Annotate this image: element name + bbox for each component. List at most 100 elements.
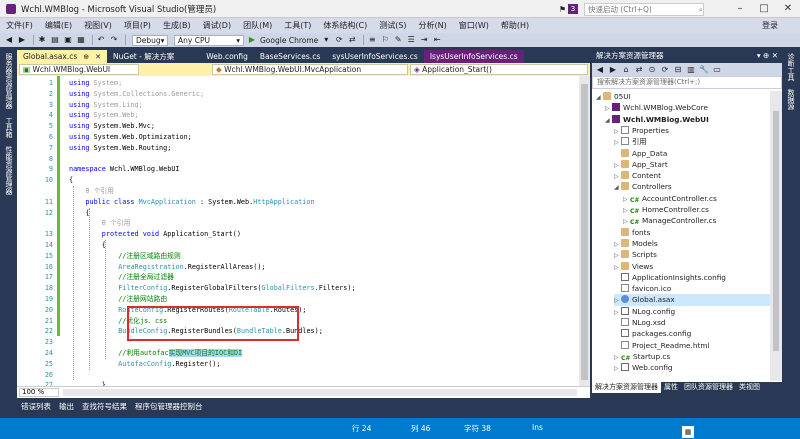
tab-find-symbol-results[interactable]: 查找符号结果 — [78, 401, 131, 412]
tree-item[interactable]: packages.config — [614, 328, 770, 339]
menu-architecture[interactable]: 体系结构(C) — [317, 18, 373, 33]
back-icon[interactable]: ◀ — [4, 35, 14, 45]
new-project-icon[interactable]: ✱ — [37, 35, 47, 45]
tree-item[interactable]: ◢ Wchl.WMBlog.WebUI — [605, 114, 770, 125]
solution-search-input[interactable]: 搜索解决方案资源管理器(Ctrl+;) — [592, 76, 782, 89]
tree-item[interactable]: ▷ C# ManageController.cs — [623, 215, 770, 228]
tree-item[interactable]: ▷ Views — [614, 261, 770, 272]
tab-web-config[interactable]: Web.config — [200, 50, 254, 63]
indent-icon[interactable]: ⇥ — [419, 35, 429, 45]
chevron-down-icon[interactable]: ▾ — [757, 51, 761, 60]
save-all-icon[interactable]: ▦ — [76, 35, 86, 45]
member-dropdown[interactable]: ◈ Application_Start() — [410, 64, 588, 75]
tree-item[interactable]: ▷ Wchl.WMBlog.WebCore — [605, 102, 770, 113]
forward-icon[interactable]: ▶ — [17, 35, 27, 45]
zoom-select[interactable]: 100 % — [19, 388, 59, 397]
tree-item[interactable]: ▷ C# AccountController.cs — [623, 193, 770, 205]
tree-item[interactable]: ▷ NLog.config — [614, 306, 770, 317]
expanded-arrow-icon[interactable]: ◢ — [605, 115, 612, 126]
close-button[interactable]: ✕ — [776, 0, 800, 18]
menu-debug[interactable]: 调试(D) — [197, 18, 237, 33]
notifications-button[interactable]: ⚑ 3 — [559, 4, 578, 14]
pin-icon[interactable]: ⊕ — [83, 53, 89, 61]
open-file-icon[interactable]: ▤ — [50, 35, 60, 45]
tree-item[interactable]: ▷ C# HomeController.cs — [623, 204, 770, 216]
configuration-select[interactable]: Debug ▾ — [132, 34, 168, 46]
play-icon[interactable]: ▶ — [247, 35, 257, 45]
tree-item[interactable]: ▷ App_Start — [614, 159, 770, 170]
pending-changes-icon[interactable]: ⊙ — [647, 65, 657, 75]
collapsed-arrow-icon[interactable]: ▷ — [614, 363, 621, 374]
toolbox-tab[interactable]: 工具箱 — [4, 113, 14, 142]
refresh-icon[interactable]: ⟳ — [660, 65, 670, 75]
tab-global-asax-cs[interactable]: Global.asax.cs ⊕ ✕ — [17, 50, 108, 63]
tree-item[interactable]: App_Data — [614, 148, 770, 159]
tab-output[interactable]: 输出 — [55, 401, 78, 412]
chevron-down-icon[interactable]: ▾ — [321, 35, 331, 45]
undo-icon[interactable]: ↶ — [96, 35, 106, 45]
preview-icon[interactable]: ▭ — [712, 65, 722, 75]
login-link[interactable]: 登录 — [762, 18, 778, 33]
tab-isys-user-info-services[interactable]: IsysUserInfoServices.cs — [423, 50, 524, 63]
tab-properties[interactable]: 属性 — [661, 382, 681, 393]
scroll-thumb[interactable] — [773, 111, 779, 351]
close-icon[interactable]: ✕ — [772, 51, 778, 60]
menu-view[interactable]: 视图(V) — [78, 18, 118, 33]
tree-item[interactable]: Project_Readme.html — [614, 340, 770, 351]
editor-horizontal-scrollbar[interactable] — [63, 389, 577, 396]
tree-item[interactable]: ▷ Global.asax — [614, 294, 770, 306]
tree-item[interactable]: ▷ Web.config — [614, 362, 770, 373]
start-browser-button[interactable]: Google Chrome — [260, 36, 318, 45]
back-icon[interactable]: ◀ — [595, 65, 605, 75]
close-icon[interactable]: ✕ — [95, 53, 101, 61]
platform-select[interactable]: Any CPU ▾ — [174, 34, 244, 46]
tab-nuget[interactable]: NuGet - 解决方案 — [107, 50, 180, 63]
tree-item[interactable]: ◢ 05UI — [596, 91, 770, 102]
menu-help[interactable]: 帮助(H) — [495, 18, 535, 33]
menu-window[interactable]: 窗口(W) — [453, 18, 495, 33]
tree-item[interactable]: ▷ Models — [614, 238, 770, 249]
tree-item[interactable]: ▷ Content — [614, 170, 770, 181]
tree-item[interactable]: favicon.ico — [614, 283, 770, 294]
tab-team-explorer[interactable]: 团队资源管理器 — [681, 382, 736, 393]
tree-item[interactable]: ▷ Scripts — [614, 249, 770, 260]
reference-count[interactable]: 0 个引用 — [102, 218, 131, 229]
performance-explorer-tab[interactable]: 性能资源管理器 — [4, 142, 14, 199]
tab-error-list[interactable]: 错误列表 — [17, 401, 55, 412]
format-icon[interactable]: ≡ — [367, 35, 377, 45]
show-all-files-icon[interactable]: ▥ — [686, 65, 696, 75]
refresh-icon[interactable]: ⟳ — [334, 35, 344, 45]
editor-vertical-scrollbar[interactable] — [579, 76, 590, 386]
tree-item[interactable]: ◢ Controllers — [614, 181, 770, 192]
menu-file[interactable]: 文件(F) — [0, 18, 39, 33]
browser-link-icon[interactable]: ⇄ — [347, 35, 357, 45]
tab-class-view[interactable]: 类视图 — [736, 382, 763, 393]
pin-icon[interactable]: ⊕ — [763, 51, 769, 60]
code-editor[interactable]: 1 using System; 2 using System.Collections.… — [17, 76, 590, 386]
sync-icon[interactable]: ⇄ — [634, 65, 644, 75]
collapse-all-icon[interactable]: ⊟ — [673, 65, 683, 75]
menu-team[interactable]: 团队(M) — [237, 18, 278, 33]
type-dropdown[interactable]: ◆ Wchl.WMBlog.WebUI.MvcApplication — [212, 64, 408, 75]
tree-item[interactable]: ▷ Properties — [614, 125, 770, 136]
minimize-button[interactable]: – — [728, 0, 752, 18]
properties-icon[interactable]: 🔧 — [699, 65, 709, 75]
menu-edit[interactable]: 编辑(E) — [39, 18, 78, 33]
home-icon[interactable]: ⌂ — [621, 65, 631, 75]
tab-sys-user-info-services[interactable]: sysUserInfoServices.cs — [326, 50, 424, 63]
tree-item[interactable]: ApplicationInsights.config — [614, 272, 770, 283]
menu-tools[interactable]: 工具(T) — [278, 18, 317, 33]
comment-icon[interactable]: ✎ — [393, 35, 403, 45]
reference-count[interactable]: 0 个引用 — [85, 186, 114, 197]
menu-analyze[interactable]: 分析(N) — [413, 18, 453, 33]
redo-icon[interactable]: ↷ — [109, 35, 119, 45]
uncomment-icon[interactable]: ☰ — [406, 35, 416, 45]
tree-item[interactable]: ▷ C# Startup.cs — [614, 351, 770, 363]
tab-solution-explorer[interactable]: 解决方案资源管理器 — [592, 382, 661, 393]
menu-project[interactable]: 项目(P) — [118, 18, 157, 33]
menu-build[interactable]: 生成(B) — [157, 18, 197, 33]
outdent-icon[interactable]: ⇤ — [432, 35, 442, 45]
solution-scrollbar[interactable] — [770, 91, 782, 381]
server-explorer-tab[interactable]: 服务器资源管理器 — [4, 49, 14, 113]
project-dropdown[interactable]: ▣ Wchl.WMBlog.WebUI — [19, 64, 139, 75]
